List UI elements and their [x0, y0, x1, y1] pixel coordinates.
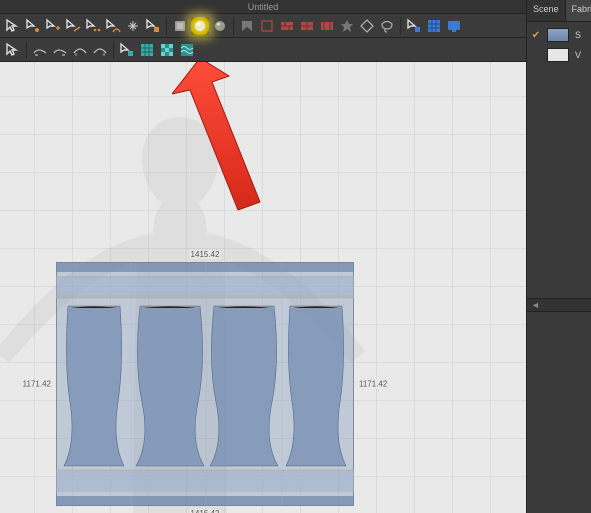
fold-tool-icon[interactable] — [238, 17, 256, 35]
sphere-tool-icon[interactable] — [191, 17, 209, 35]
screen-blue-icon[interactable] — [445, 17, 463, 35]
play-icon[interactable] — [405, 17, 423, 35]
brick1-icon[interactable] — [278, 17, 296, 35]
add-point-tool-icon[interactable] — [44, 17, 62, 35]
pointer2-tool-icon[interactable] — [4, 41, 22, 59]
material-list: ✔ S V — [527, 22, 591, 74]
checker-icon[interactable] — [158, 41, 176, 59]
toolbar-primary — [0, 14, 526, 38]
tab-scene[interactable]: Scene — [527, 0, 566, 21]
material-label: V — [575, 50, 581, 60]
material-row[interactable]: V — [531, 48, 587, 62]
brick2-icon[interactable] — [298, 17, 316, 35]
brick3-icon[interactable] — [318, 17, 336, 35]
segment-tool-icon[interactable] — [64, 17, 82, 35]
material-swatch[interactable] — [547, 28, 569, 42]
tab-fabric[interactable]: Fabric — [566, 0, 591, 21]
edit-point-tool-icon[interactable] — [24, 17, 42, 35]
transform-tool-icon[interactable] — [124, 17, 142, 35]
dim-right-label: 1171.42 — [358, 380, 388, 389]
side-panel: Scene Fabric ✔ S V ◄ — [526, 0, 591, 513]
window-title: Untitled — [0, 0, 526, 14]
lasso-tool-icon[interactable] — [378, 17, 396, 35]
pattern-pieces — [56, 262, 354, 506]
dim-left-label: 1171.42 — [22, 380, 52, 389]
chevron-left-icon: ◄ — [531, 300, 540, 310]
diamond-tool-icon[interactable] — [358, 17, 376, 35]
star-tool-icon[interactable] — [338, 17, 356, 35]
grid-teal-icon[interactable] — [138, 41, 156, 59]
ball-tool-icon[interactable] — [211, 17, 229, 35]
curve-tool-icon[interactable] — [104, 17, 122, 35]
material-swatch[interactable] — [547, 48, 569, 62]
material-label: S — [575, 30, 581, 40]
seam3-icon[interactable] — [71, 41, 89, 59]
check-icon[interactable]: ✔ — [531, 30, 541, 40]
wave-teal-icon[interactable] — [178, 41, 196, 59]
material-row[interactable]: ✔ S — [531, 28, 587, 42]
align-tool-icon[interactable] — [84, 17, 102, 35]
pattern-tool-icon[interactable] — [144, 17, 162, 35]
pattern-canvas[interactable]: 1415.42 1415.42 1171.42 1171.42 — [0, 62, 526, 513]
dim-top-label: 1415.42 — [190, 250, 221, 259]
pattern-bounding-box[interactable]: 1415.42 1415.42 1171.42 1171.42 — [56, 262, 354, 506]
side-collapse-bar[interactable]: ◄ — [527, 298, 591, 312]
pointer-tool-icon[interactable] — [4, 17, 22, 35]
uv-box-icon[interactable] — [171, 17, 189, 35]
side-tabs: Scene Fabric — [527, 0, 591, 22]
rect-select-icon[interactable] — [258, 17, 276, 35]
toolbar-secondary — [0, 38, 526, 62]
play2-icon[interactable] — [118, 41, 136, 59]
check-icon[interactable] — [531, 50, 541, 60]
dim-bottom-label: 1415.42 — [190, 509, 221, 513]
grid-blue-icon[interactable] — [425, 17, 443, 35]
seam2-icon[interactable] — [51, 41, 69, 59]
seam4-icon[interactable] — [91, 41, 109, 59]
seam1-icon[interactable] — [31, 41, 49, 59]
